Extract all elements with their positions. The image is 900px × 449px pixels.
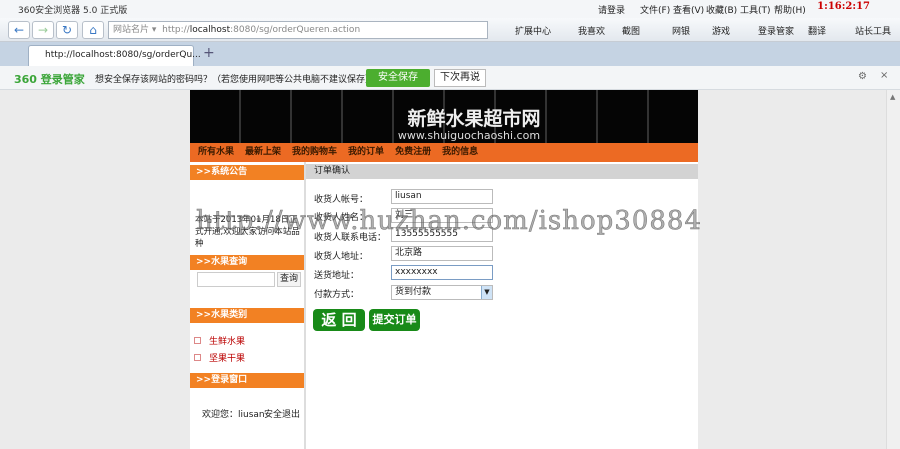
menu-tools[interactable]: 工具(T) [740, 3, 771, 16]
window-title: 360安全浏览器 5.0 正式版 [18, 5, 128, 16]
search-button[interactable]: 查询 [277, 272, 301, 287]
address-label: 收货人地址： [314, 252, 369, 262]
nav-register[interactable]: 免费注册 [395, 143, 431, 162]
scrollbar[interactable]: ▲ [886, 90, 900, 449]
tool-like[interactable]: 我喜欢 [578, 24, 605, 37]
payment-select[interactable]: 货到付款 ▼ [391, 285, 493, 300]
delivery-label: 送货地址： [314, 271, 360, 281]
tab-active[interactable]: http://localhost:8080/sg/orderQu... × [28, 45, 201, 79]
login-link[interactable]: 请登录 [598, 3, 625, 16]
nav-my-info[interactable]: 我的信息 [442, 143, 478, 162]
nav-orders[interactable]: 我的订单 [348, 143, 384, 162]
order-header: 订单确认 [306, 164, 698, 179]
site-url: www.shuiguochaoshi.com [397, 129, 541, 142]
name-label: 收货人姓名： [314, 213, 369, 223]
home-icon[interactable]: ⌂ [82, 21, 104, 39]
clock-overlay: 1:16:2:17 [817, 1, 870, 12]
category-item[interactable]: 坚果干果 [194, 351, 245, 364]
menu-view[interactable]: 查看(V) [673, 3, 704, 16]
tab-bar: http://localhost:8080/sg/orderQu... × + [0, 42, 900, 79]
search-header: >>水果查询 [190, 255, 304, 270]
login-manager-logo: 360 登录管家 [14, 73, 85, 86]
menu-help[interactable]: 帮助(H) [774, 3, 806, 16]
phone-input[interactable]: 13555555555 [391, 227, 493, 242]
category-label[interactable]: 生鲜水果 [209, 337, 245, 347]
category-header: >>水果类别 [190, 308, 304, 323]
nav-new[interactable]: 最新上架 [245, 143, 281, 162]
site-card-label[interactable]: 网站名片 [113, 25, 149, 35]
payment-value: 货到付款 [395, 287, 432, 297]
menu-favorites[interactable]: 收藏(B) [706, 3, 737, 16]
phone-label: 收货人联系电话： [314, 233, 387, 243]
back-button[interactable]: 返 回 [313, 309, 365, 331]
address-bar[interactable]: 网站名片 ▾ http://localhost:8080/sg/orderQue… [108, 21, 488, 39]
category-item[interactable]: 生鲜水果 [194, 334, 245, 347]
password-save-bar: 360 登录管家 想安全保存该网站的密码吗？（若您使用网吧等公共电脑不建议保存）… [0, 66, 900, 90]
login-header: >>登录窗口 [190, 373, 304, 388]
tool-login-manager[interactable]: 登录管家 [758, 24, 794, 37]
url-prefix: http:// [162, 25, 190, 35]
logout-link[interactable]: 安全退出 [264, 407, 300, 420]
page-container: 新鲜水果超市网 www.shuiguochaoshi.com 所有水果 最新上架… [190, 90, 698, 449]
url-host: localhost [189, 25, 231, 35]
tool-games[interactable]: 游戏 [712, 24, 730, 37]
notice-header: >>系统公告 [190, 165, 304, 180]
tool-webmaster[interactable]: 站长工具 [855, 24, 891, 37]
close-bar-icon[interactable]: × [880, 70, 888, 81]
name-input[interactable]: 刘三 [391, 208, 493, 223]
navigation-toolbar: ← → ↻ ⌂ ★ 网站名片 ▾ http://localhost:8080/s… [0, 18, 900, 42]
submit-order-button[interactable]: 提交订单 [369, 309, 420, 331]
menu-file[interactable]: 文件(F) [640, 3, 670, 16]
payment-label: 付款方式： [314, 290, 360, 300]
account-label: 收货人帐号： [314, 195, 369, 205]
nav-cart[interactable]: 我的购物车 [292, 143, 337, 162]
tool-translate[interactable]: 翻译 [808, 24, 826, 37]
address-input[interactable]: 北京路 [391, 246, 493, 261]
site-banner: 新鲜水果超市网 www.shuiguochaoshi.com [190, 90, 698, 143]
site-title: 新鲜水果超市网 [407, 108, 541, 130]
new-tab-icon[interactable]: + [203, 45, 215, 61]
refresh-icon[interactable]: ↻ [56, 21, 78, 39]
bullet-icon [194, 337, 201, 344]
settings-icon[interactable]: ⚙ [858, 71, 867, 82]
delivery-input[interactable]: xxxxxxxx [391, 265, 493, 280]
sidebar: >>系统公告 本站于2013年01月18日正式开通,欢迎大家访问本站品种 >>水… [190, 162, 306, 449]
tool-screenshot[interactable]: 截图 [622, 24, 640, 37]
later-button[interactable]: 下次再说 [434, 69, 486, 87]
category-label[interactable]: 坚果干果 [209, 354, 245, 364]
order-confirm-panel: 订单确认 收货人帐号： liusan 收货人姓名： 刘三 收货人联系电话： 13… [306, 164, 698, 449]
tool-bank[interactable]: 网银 [672, 24, 690, 37]
notice-text: 本站于2013年01月18日正式开通,欢迎大家访问本站品种 [195, 215, 300, 249]
tab-title: http://localhost:8080/sg/orderQu... [45, 50, 201, 60]
chevron-down-icon[interactable]: ▼ [481, 286, 492, 299]
fruit-search-input[interactable] [197, 272, 275, 287]
scroll-up-icon[interactable]: ▲ [890, 93, 895, 101]
password-message: 想安全保存该网站的密码吗？（若您使用网吧等公共电脑不建议保存） [95, 75, 375, 85]
back-icon[interactable]: ← [8, 21, 30, 39]
forward-icon[interactable]: → [32, 21, 54, 39]
welcome-text: 欢迎您：liusan [202, 410, 265, 420]
site-nav: 所有水果 最新上架 我的购物车 我的订单 免费注册 我的信息 [190, 143, 698, 162]
url-path: :8080/sg/orderQueren.action [230, 25, 361, 35]
bullet-icon [194, 354, 201, 361]
nav-all-fruits[interactable]: 所有水果 [198, 143, 234, 162]
account-input[interactable]: liusan [391, 189, 493, 204]
tool-extensions[interactable]: 扩展中心 [515, 24, 551, 37]
safe-save-button[interactable]: 安全保存 [366, 69, 430, 87]
title-bar: 360安全浏览器 5.0 正式版 请登录 文件(F) 查看(V) 收藏(B) 工… [0, 0, 900, 18]
